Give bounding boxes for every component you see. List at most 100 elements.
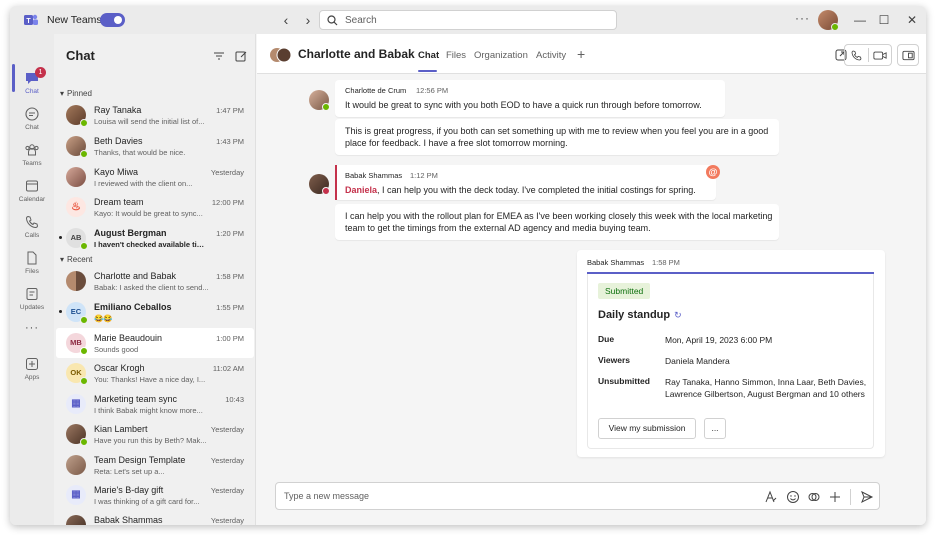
message-text-rest: , I can help you with the deck today. I'… [377,185,696,195]
chat-preview: I haven't checked available time... [94,240,210,249]
rail-item-chat[interactable]: Chat [10,102,54,136]
close-icon[interactable]: ✕ [904,12,920,28]
rail-item-files[interactable]: Files [10,246,54,280]
message-text: This is great progress, if you both can … [345,126,769,148]
more-icon: ··· [25,322,39,334]
rail-item-apps[interactable]: Apps [10,352,54,386]
loop-icon[interactable] [807,490,821,504]
search-input[interactable]: Search [319,10,617,30]
chat-time: Yesterday [210,168,244,177]
mention-indicator-bar [335,165,337,200]
rail-item-updates[interactable]: Updates [10,282,54,316]
maximize-icon[interactable]: ☐ [876,12,892,28]
chat-time: 10:43 [225,395,244,404]
rail-more-apps[interactable]: ··· [10,322,54,338]
back-arrow-icon[interactable]: ‹ [278,12,294,28]
audio-call-icon[interactable] [850,49,863,62]
apps-icon [26,358,38,370]
compose-placeholder: Type a new message [284,491,370,501]
recent-section-header[interactable]: Recent [60,255,92,264]
chat-preview: I was thinking of a gift card for... [94,497,200,506]
presence-available-icon [831,23,839,31]
rail-label: Calls [24,232,40,239]
chat-time: Yesterday [210,516,244,525]
message-bubble[interactable]: Charlotte de Crum 12:56 PM It would be g… [335,80,725,117]
chat-row-maries-bday-gift[interactable]: ▦ Marie's B-day gift I was thinking of a… [56,480,254,510]
chat-row-oscar-krogh[interactable]: OK Oscar Krogh You: Thanks! Have a nice … [56,358,254,388]
presence-available-icon [80,119,88,127]
chat-row-dream-team[interactable]: ♨ Dream team Kayo: It would be great to … [56,192,254,222]
fact-value-due: Mon, April 19, 2023 6:00 PM [665,335,773,345]
video-call-icon[interactable] [873,49,887,62]
share-screen-button[interactable] [897,44,919,66]
teams-icon [25,144,39,156]
rail-item-calendar[interactable]: Calendar [10,174,54,208]
user-avatar[interactable] [818,10,839,31]
chat-name: Ray Tanaka [94,105,142,115]
presence-available-icon [322,103,330,111]
chat-row-team-design-template[interactable]: Team Design Template Reta: Let's set up … [56,450,254,480]
new-chat-icon[interactable] [234,49,248,63]
group-avatar [66,271,86,291]
send-icon[interactable] [860,490,874,504]
add-icon[interactable] [828,490,842,504]
chat-row-babak-shammas[interactable]: Babak Shammas Yesterday [56,510,254,525]
chat-time: 1:00 PM [216,334,244,343]
chat-preview: Sounds good [94,345,139,354]
presence-busy-icon [322,187,330,195]
chat-time: Yesterday [210,425,244,434]
chat-icon [25,107,39,121]
tab-chat[interactable]: Chat [418,50,439,61]
filter-icon[interactable] [212,49,226,63]
unread-dot [59,236,62,239]
chat-row-august-bergman[interactable]: AB August Bergman I haven't checked avai… [56,223,254,253]
refresh-icon[interactable]: ↻ [674,310,682,320]
card-more-button[interactable]: ... [704,418,726,439]
fact-value-unsubmitted: Ray Tanaka, Hanno Simmon, Inna Laar, Bet… [665,377,867,399]
more-options-icon[interactable]: ··· [795,11,810,25]
presence-available-icon [80,150,88,158]
emoji-icon[interactable] [786,490,800,504]
message-author: Babak Shammas [345,171,403,180]
tab-organization[interactable]: Organization [474,50,528,61]
rail-item-teams[interactable]: Teams [10,138,54,172]
standup-card-message: Babak Shammas 1:58 PM Submitted Daily st… [577,250,885,457]
chat-row-emiliano-ceballos[interactable]: EC Emiliano Ceballos 😂😂 1:55 PM [56,297,254,327]
pinned-section-header[interactable]: Pinned [60,89,92,98]
chat-preview: 😂😂 [94,314,113,323]
chat-preview: Thanks, that would be nice. [94,148,186,157]
new-teams-toggle[interactable] [100,13,125,27]
message-bubble[interactable]: This is great progress, if you both can … [335,119,779,155]
chat-name: Oscar Krogh [94,363,145,373]
add-tab-icon[interactable]: + [577,46,585,62]
tab-files[interactable]: Files [446,50,466,61]
chat-row-marie-beaudouin[interactable]: MB Marie Beaudouin Sounds good 1:00 PM [56,328,254,358]
chat-name: Beth Davies [94,136,143,146]
chat-name: Team Design Template [94,455,186,465]
presence-available-icon [80,242,88,250]
chat-row-ray-tanaka[interactable]: Ray Tanaka Louisa will send the initial … [56,100,254,130]
chat-row-charlotte-and-babak[interactable]: Charlotte and Babak Babak: I asked the c… [56,266,254,296]
conversation-pane: Charlotte and Babak Chat Files Organizat… [257,34,926,525]
message-bubble[interactable]: I can help you with the rollout plan for… [335,204,779,240]
forward-arrow-icon[interactable]: › [300,12,316,28]
minimize-icon[interactable]: — [852,12,868,28]
rail-item-chat-active[interactable]: 1 Chat [10,66,54,100]
compose-box[interactable]: Type a new message [275,482,880,510]
message-bubble[interactable]: Babak Shammas 1:12 PM Daniela, I can hel… [335,165,716,200]
chat-row-beth-davies[interactable]: Beth Davies Thanks, that would be nice. … [56,131,254,161]
chat-row-marketing-team-sync[interactable]: ▦ Marketing team sync I think Babak migh… [56,389,254,419]
chat-row-kian-lambert[interactable]: Kian Lambert Have you run this by Beth? … [56,419,254,449]
chat-row-kayo-miwa[interactable]: Kayo Miwa I reviewed with the client on.… [56,162,254,192]
tab-activity[interactable]: Activity [536,50,566,61]
rail-item-calls[interactable]: Calls [10,210,54,244]
mention[interactable]: Daniela [345,185,377,195]
message-time: 12:56 PM [416,86,449,95]
view-submission-button[interactable]: View my submission [598,418,696,439]
chat-name: Marie Beaudouin [94,333,163,343]
chat-name: Kian Lambert [94,424,148,434]
calendar-icon [26,180,38,192]
chat-time: Yesterday [210,456,244,465]
format-icon[interactable] [764,490,778,504]
chat-name: Emiliano Ceballos [94,302,172,312]
